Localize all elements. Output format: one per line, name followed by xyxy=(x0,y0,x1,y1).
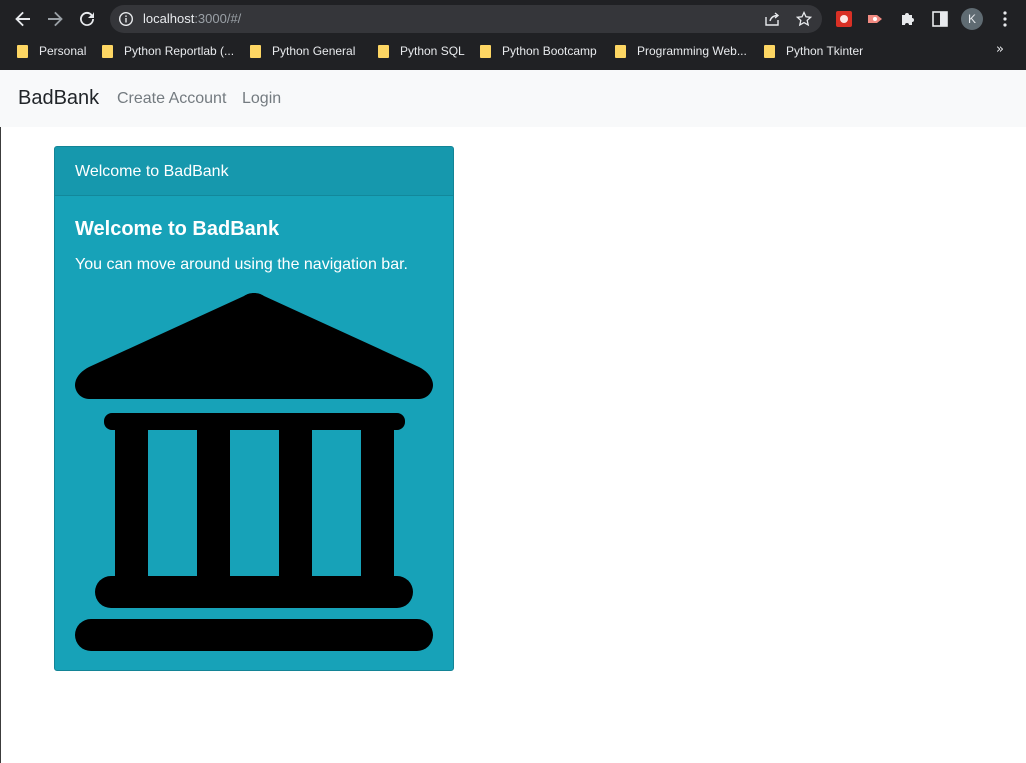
bookmark-folder[interactable]: Python Bootcamp xyxy=(480,42,597,60)
bookmarks-overflow-icon[interactable]: » xyxy=(996,42,1004,57)
navbar-brand[interactable]: BadBank xyxy=(18,87,99,110)
bookmark-folder[interactable]: Programming Web... xyxy=(615,42,747,60)
bookmark-label: Personal xyxy=(39,44,87,58)
bookmark-label: Python Tkinter xyxy=(786,44,864,58)
nav-link-login[interactable]: Login xyxy=(242,90,281,108)
reload-icon[interactable] xyxy=(75,7,99,31)
bookmark-label: Python SQL xyxy=(400,44,465,58)
card-text: You can move around using the navigation… xyxy=(75,256,408,273)
folder-icon xyxy=(250,44,261,58)
folder-icon xyxy=(102,44,113,58)
bookmark-label: Python Bootcamp xyxy=(502,44,597,58)
bookmark-folder[interactable]: Python Reportlab (... xyxy=(102,42,234,60)
folder-icon xyxy=(17,44,28,58)
navbar: BadBank Create Account Login xyxy=(0,70,1026,127)
bookmark-folder[interactable]: Personal xyxy=(17,42,86,60)
bookmark-label: Python General xyxy=(272,44,356,58)
forward-arrow-icon[interactable] xyxy=(43,7,67,31)
bookmark-label: Python Reportlab (... xyxy=(124,44,235,58)
bookmark-label: Programming Web... xyxy=(637,44,747,58)
bookmark-folder[interactable]: Python General xyxy=(250,42,355,60)
bookmark-star-icon[interactable] xyxy=(795,10,813,27)
side-panel-icon[interactable] xyxy=(930,9,950,29)
bank-building-icon xyxy=(75,293,433,651)
card-header: Welcome to BadBank xyxy=(55,147,453,196)
address-bar[interactable]: localhost:3000/#/ xyxy=(110,5,822,33)
folder-icon xyxy=(764,44,775,58)
window-edge xyxy=(0,70,1,763)
bookmark-folder[interactable]: Python SQL xyxy=(378,42,465,60)
browser-chrome: localhost:3000/#/ K Personal Python Repo… xyxy=(0,0,1026,70)
back-arrow-icon[interactable] xyxy=(11,7,35,31)
url-path: :3000/#/ xyxy=(194,11,242,26)
folder-icon xyxy=(378,44,389,58)
folder-icon xyxy=(480,44,491,58)
card-header-text: Welcome to BadBank xyxy=(75,163,229,180)
bookmarks-bar: Personal Python Reportlab (... Python Ge… xyxy=(0,38,1026,64)
extensions-puzzle-icon[interactable] xyxy=(898,9,918,29)
share-icon[interactable] xyxy=(764,11,780,27)
profile-avatar[interactable]: K xyxy=(961,8,983,30)
browser-toolbar: localhost:3000/#/ K xyxy=(0,0,1026,38)
card-title: Welcome to BadBank xyxy=(75,218,280,240)
extension-record-icon[interactable] xyxy=(866,9,886,29)
bookmark-folder[interactable]: Python Tkinter xyxy=(764,42,863,60)
welcome-card: Welcome to BadBank Welcome to BadBank Yo… xyxy=(54,146,454,671)
url-text[interactable]: localhost:3000/#/ xyxy=(143,11,241,26)
extension-red-icon[interactable] xyxy=(834,9,854,29)
folder-icon xyxy=(615,44,626,58)
site-info-icon[interactable] xyxy=(118,11,134,27)
nav-link-create-account[interactable]: Create Account xyxy=(117,90,226,108)
url-host: localhost xyxy=(143,11,195,26)
browser-menu-icon[interactable] xyxy=(995,9,1015,29)
